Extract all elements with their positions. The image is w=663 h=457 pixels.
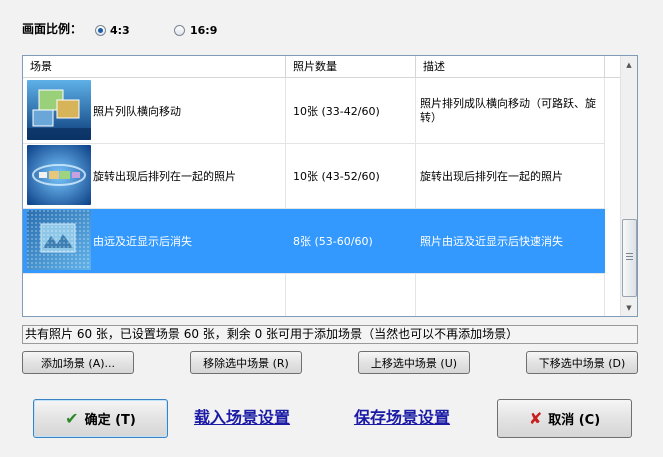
load-settings-link[interactable]: 载入场景设置 — [194, 404, 290, 428]
remove-scene-button[interactable]: 移除选中场景 (R) — [190, 351, 302, 374]
photo-count: 10张 (43-52/60) — [293, 170, 380, 183]
close-icon: ✘ — [528, 409, 543, 428]
ok-button-label: 确定 (T) — [84, 413, 136, 428]
cancel-button-label: 取消 (C) — [548, 413, 601, 428]
column-header-scene[interactable]: 场景 — [23, 56, 286, 78]
scroll-down-arrow-icon[interactable]: ▼ — [621, 299, 637, 316]
column-header-description[interactable]: 描述 — [416, 56, 605, 78]
table-row-selected[interactable]: 由远及近显示后消失 8张 (53-60/60) 照片由远及近显示后快速消失 — [23, 209, 605, 274]
aspect-16-9-label[interactable]: 16:9 — [190, 24, 217, 37]
move-up-button[interactable]: 上移选中场景 (U) — [358, 351, 470, 374]
scroll-up-arrow-icon[interactable]: ▲ — [621, 56, 637, 73]
ok-button[interactable]: ✔ 确定 (T) — [33, 399, 168, 438]
aspect-4-3-label[interactable]: 4:3 — [110, 24, 130, 37]
scene-description: 照片由远及近显示后快速消失 — [420, 235, 563, 248]
aspect-4-3-radio[interactable] — [95, 25, 106, 36]
aspect-ratio-label: 画面比例： — [22, 22, 83, 36]
scene-thumbnail — [27, 80, 91, 140]
scrollbar-thumb[interactable] — [622, 219, 637, 297]
photo-count: 10张 (33-42/60) — [293, 105, 380, 118]
vertical-scrollbar[interactable]: ▲ ▼ — [620, 56, 637, 316]
scene-description: 照片排列成队横向移动（可路跃、旋转） — [420, 97, 596, 124]
checkmark-icon: ✔ — [65, 409, 79, 428]
photo-status-text: 共有照片 60 张，已设置场景 60 张，剩余 0 张可用于添加场景（当然也可以… — [22, 325, 638, 344]
table-row[interactable]: 旋转出现后排列在一起的照片 10张 (43-52/60) 旋转出现后排列在一起的… — [23, 144, 605, 209]
scene-name: 旋转出现后排列在一起的照片 — [93, 170, 236, 183]
table-row[interactable]: 照片列队横向移动 10张 (33-42/60) 照片排列成队横向移动（可路跃、旋… — [23, 79, 605, 144]
scene-name: 照片列队横向移动 — [93, 105, 181, 118]
column-header-photo-count[interactable]: 照片数量 — [286, 56, 416, 78]
move-down-button[interactable]: 下移选中场景 (D) — [526, 351, 638, 374]
scene-thumbnail — [27, 145, 91, 205]
scene-thumbnail — [27, 210, 91, 270]
scene-description: 旋转出现后排列在一起的照片 — [420, 170, 563, 183]
aspect-16-9-radio[interactable] — [174, 25, 185, 36]
scene-list[interactable]: 场景 照片数量 描述 照片列队横向移动 10张 (33-42/60) 照片排列成… — [22, 55, 638, 317]
add-scene-button[interactable]: 添加场景 (A)... — [22, 351, 134, 374]
save-settings-link[interactable]: 保存场景设置 — [354, 404, 450, 428]
scene-name: 由远及近显示后消失 — [93, 235, 192, 248]
photo-count: 8张 (53-60/60) — [293, 235, 373, 248]
cancel-button[interactable]: ✘ 取消 (C) — [497, 399, 632, 438]
